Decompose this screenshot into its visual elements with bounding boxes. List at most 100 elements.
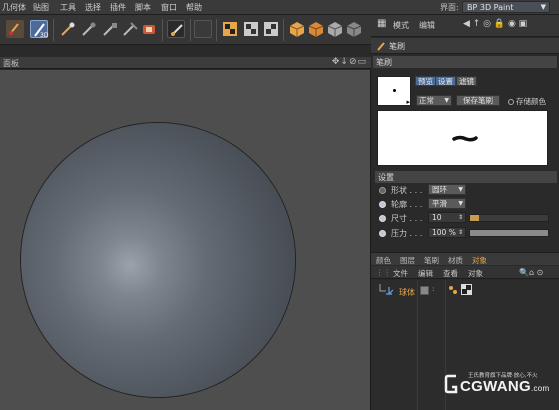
- pressure-slider[interactable]: [469, 229, 549, 237]
- tab-mode[interactable]: 模式: [393, 20, 409, 31]
- layout-label: 界面:: [440, 3, 459, 12]
- layout-dropdown-value: BP 3D Paint: [467, 3, 514, 12]
- menu-texture[interactable]: 贴图: [33, 2, 49, 13]
- visibility-toggle-icon[interactable]: [420, 286, 429, 295]
- size-slider[interactable]: [469, 214, 549, 222]
- watermark-domain: .com: [530, 384, 550, 393]
- brush-tool-3-icon[interactable]: [101, 20, 119, 38]
- om-menu-edit[interactable]: 编辑: [418, 268, 433, 279]
- setting-shape-row: 形状 . . . 圆环 ▼: [378, 184, 553, 197]
- stroke-preview-graphic: [452, 135, 478, 142]
- brush-tool-4-icon[interactable]: [121, 20, 139, 38]
- tab-edit[interactable]: 编辑: [419, 20, 435, 31]
- attribute-panel-title: 笔刷: [371, 38, 559, 54]
- pressure-slider-fill: [470, 230, 548, 236]
- viewport-title: 面板: [3, 59, 19, 68]
- hierarchy-line-icon: [379, 284, 394, 295]
- stepper-icon[interactable]: ⇕: [458, 228, 463, 237]
- setting-size-radio[interactable]: [379, 215, 386, 222]
- chevron-down-icon: ▼: [458, 200, 463, 207]
- setting-pressure-label: 压力 . . .: [391, 229, 423, 238]
- store-color-label: 存储颜色: [516, 97, 546, 106]
- save-brush-button[interactable]: 保存笔刷: [456, 95, 500, 106]
- om-menu-objects[interactable]: 对象: [468, 268, 483, 279]
- om-menu-view[interactable]: 查看: [443, 268, 458, 279]
- cgwang-logo-icon: [444, 374, 458, 394]
- object-name-sphere[interactable]: 球体: [399, 287, 415, 298]
- tab-color[interactable]: 颜色: [376, 255, 391, 266]
- menu-plugins[interactable]: 插件: [110, 2, 126, 13]
- main-toolbar: 3D: [0, 15, 371, 45]
- brush-section-header[interactable]: 笔刷: [373, 56, 557, 68]
- sphere-object[interactable]: [21, 123, 295, 397]
- brush-tip-preview[interactable]: ▸: [377, 76, 411, 106]
- brush-icon: [377, 42, 385, 51]
- material-tag-icon[interactable]: [461, 284, 472, 295]
- om-menu-file[interactable]: 文件: [393, 268, 408, 279]
- setting-profile-radio[interactable]: [379, 201, 386, 208]
- blend-mode-dropdown[interactable]: 正常 ▼: [416, 95, 452, 106]
- chevron-down-icon: ▼: [540, 3, 546, 11]
- setting-profile-label: 轮廓 . . .: [391, 200, 423, 209]
- nav-arrows-icon[interactable]: ◀ ↑ ◎ 🔒 ◉ ▣: [463, 19, 527, 29]
- setting-pressure-radio[interactable]: [379, 230, 386, 237]
- checker-material-3-icon[interactable]: [262, 20, 280, 38]
- object-manager-menu: ⋮⋮ 文件 编辑 查看 对象 🔍⌂ ⊙: [371, 266, 559, 279]
- grid-icon[interactable]: ▦: [377, 18, 386, 29]
- pressure-input[interactable]: 100 % ⇕: [428, 227, 466, 238]
- tab-brushes[interactable]: 笔刷: [424, 255, 439, 266]
- menu-script[interactable]: 脚本: [135, 2, 151, 13]
- menu-select[interactable]: 选择: [85, 2, 101, 13]
- cube-orange-2-icon[interactable]: [307, 20, 325, 38]
- stepper-icon[interactable]: ⇕: [458, 213, 463, 222]
- menu-tools[interactable]: 工具: [60, 2, 76, 13]
- dots-icon: :: [432, 285, 435, 293]
- setting-size-row: 尺寸 . . . 10 ⇕: [378, 212, 553, 225]
- menu-bar: 几何体 贴图 工具 选择 插件 脚本 窗口 帮助 界面: BP 3D Paint…: [0, 0, 559, 15]
- tab-objects[interactable]: 对象: [472, 255, 487, 266]
- settings-section-header[interactable]: 设置: [375, 171, 557, 183]
- store-color-option[interactable]: 存储颜色: [508, 96, 546, 107]
- 3d-viewport[interactable]: [0, 70, 371, 410]
- checker-material-1-icon[interactable]: [221, 20, 239, 38]
- brush-tool-2-icon[interactable]: [80, 20, 98, 38]
- color-picker-icon[interactable]: [167, 20, 185, 38]
- paint-brush-tool-icon[interactable]: [6, 20, 24, 38]
- cube-orange-icon[interactable]: [288, 20, 306, 38]
- setting-pressure-row: 压力 . . . 100 % ⇕: [378, 227, 553, 240]
- grip-icon: ⋮⋮: [376, 268, 391, 277]
- menu-help[interactable]: 帮助: [186, 2, 202, 13]
- size-value: 10: [432, 213, 442, 222]
- magic-brush-tool-icon[interactable]: 3D: [30, 20, 49, 39]
- eraser-tool-icon[interactable]: [140, 20, 158, 38]
- size-slider-fill: [470, 215, 480, 221]
- store-color-radio[interactable]: [508, 99, 514, 105]
- layout-dropdown[interactable]: BP 3D Paint ▼: [462, 1, 550, 13]
- setting-shape-radio[interactable]: [379, 187, 386, 194]
- tab-settings[interactable]: 设置: [435, 76, 456, 86]
- panel-title: 笔刷: [389, 42, 405, 51]
- viewport-nav-icons[interactable]: ✥↓⊘▭: [332, 57, 367, 67]
- right-panel-toolbar: ▦ 模式 编辑 ◀ ↑ ◎ 🔒 ◉ ▣: [371, 15, 559, 37]
- tab-filter[interactable]: 滤镜: [456, 76, 477, 86]
- tab-materials[interactable]: 材质: [448, 255, 463, 266]
- shape-dropdown[interactable]: 圆环 ▼: [428, 184, 466, 195]
- svg-text:3D: 3D: [40, 32, 49, 39]
- pressure-value: 100 %: [432, 228, 456, 237]
- tag-icon[interactable]: [448, 285, 458, 295]
- checker-material-2-icon[interactable]: [242, 20, 260, 38]
- menu-geometry[interactable]: 几何体: [2, 2, 26, 13]
- size-input[interactable]: 10 ⇕: [428, 212, 466, 223]
- tab-preview[interactable]: 预览: [415, 76, 436, 86]
- watermark-brand: CGWANG.com: [460, 378, 550, 395]
- brush-tip-dot: [393, 89, 396, 92]
- profile-dropdown[interactable]: 平滑 ▼: [428, 198, 466, 209]
- brush-tool-1-icon[interactable]: [59, 20, 77, 38]
- tab-layers[interactable]: 图层: [400, 255, 415, 266]
- cube-gray-2-icon[interactable]: [345, 20, 363, 38]
- cube-gray-icon[interactable]: [326, 20, 344, 38]
- om-column-divider: [417, 280, 418, 410]
- menu-window[interactable]: 窗口: [161, 2, 177, 13]
- layer-empty-icon[interactable]: [194, 20, 212, 38]
- search-home-icons[interactable]: 🔍⌂ ⊙: [519, 268, 543, 277]
